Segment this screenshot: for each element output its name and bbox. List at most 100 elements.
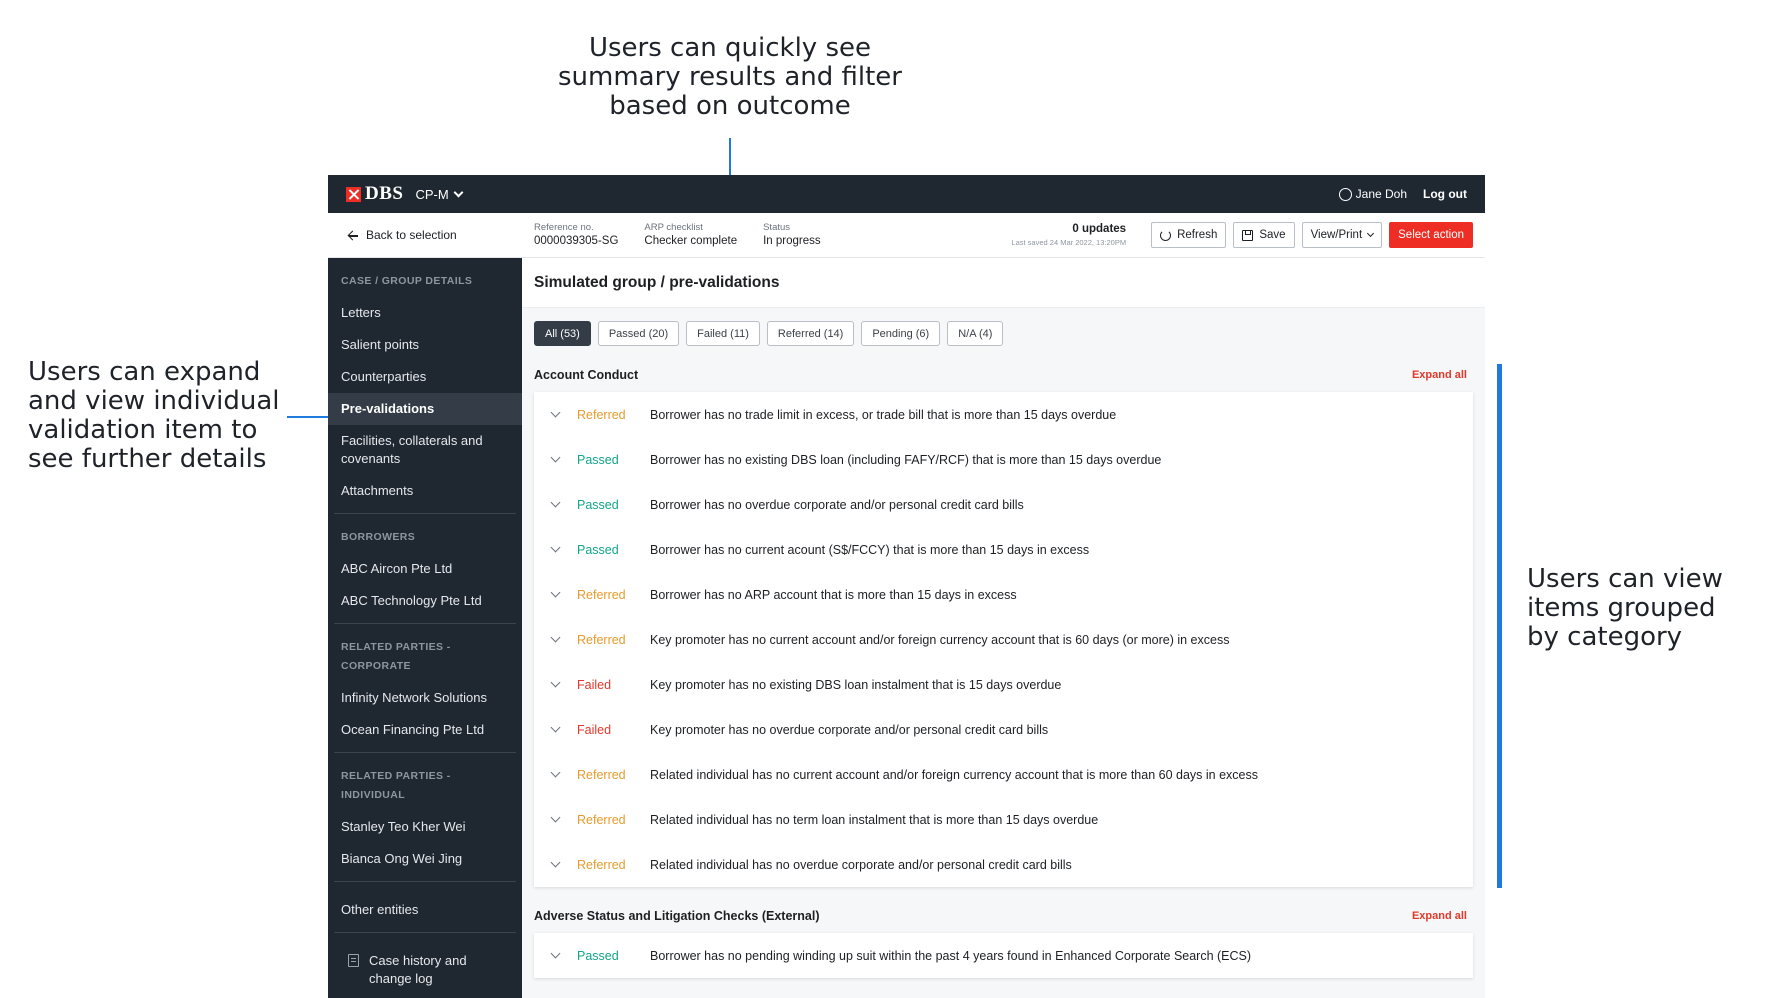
status-label: Referred <box>577 587 626 602</box>
validation-item[interactable]: Referred Related individual has no term l… <box>534 797 1473 842</box>
brand-name: DBS <box>365 183 404 204</box>
validation-item[interactable]: Referred Related individual has no curren… <box>534 752 1473 797</box>
chevron-down-icon[interactable] <box>550 767 561 778</box>
expand-all-link[interactable]: Expand all <box>1412 910 1467 922</box>
status-label: Referred <box>577 632 626 647</box>
group-title: Adverse Status and Litigation Checks (Ex… <box>534 909 820 923</box>
validation-text: Key promoter has no current account and/… <box>650 632 1230 647</box>
reference-meta: Reference no. 0000039305-SG <box>534 222 618 249</box>
sidebar-item-letters[interactable]: Letters <box>334 297 516 329</box>
chevron-down-icon[interactable] <box>550 542 561 553</box>
save-button[interactable]: Save <box>1233 222 1295 248</box>
nav-section-borrowers: BORROWERS ABC Aircon Pte Ltd ABC Technol… <box>334 514 516 624</box>
save-label: Save <box>1259 229 1286 241</box>
chevron-down-icon[interactable] <box>550 407 561 418</box>
sidebar-item-salient-points[interactable]: Salient points <box>334 329 516 361</box>
filter-passed[interactable]: Passed (20) <box>597 321 680 346</box>
sidebar-item-stanley-teo[interactable]: Stanley Teo Kher Wei <box>334 811 516 843</box>
filter-referred[interactable]: Referred (14) <box>766 321 855 346</box>
app-switcher[interactable]: CP-M <box>415 187 464 202</box>
validation-text: Borrower has no existing DBS loan (inclu… <box>650 452 1162 467</box>
sidebar-item-facilities[interactable]: Facilities, collaterals and covenants <box>334 425 516 475</box>
status-label: Referred <box>577 767 626 782</box>
chevron-down-icon <box>453 187 464 197</box>
validation-text: Key promoter has no existing DBS loan in… <box>650 677 1062 692</box>
validation-item[interactable]: Failed Key promoter has no existing DBS l… <box>534 662 1473 707</box>
validation-item[interactable]: Referred Key promoter has no current acco… <box>534 617 1473 662</box>
chevron-down-icon[interactable] <box>550 812 561 823</box>
sidebar-item-pre-validations[interactable]: Pre-validations <box>328 393 522 425</box>
sidebar-item-counterparties[interactable]: Counterparties <box>334 361 516 393</box>
status-label: Passed <box>577 452 619 467</box>
annotation-expand-item: Users can expand and view individual val… <box>28 357 280 474</box>
validation-text: Borrower has no current acount (S$/FCCY)… <box>650 542 1090 557</box>
filter-failed[interactable]: Failed (11) <box>686 321 760 346</box>
nav-section-case-details: CASE / GROUP DETAILS Letters Salient poi… <box>328 258 522 514</box>
user-menu[interactable]: Jane Doh <box>1338 187 1408 201</box>
user-icon <box>1338 187 1352 201</box>
annotation-bracket-category <box>1497 364 1502 888</box>
validation-item[interactable]: Failed Key promoter has no overdue corpor… <box>534 707 1473 752</box>
group-adverse-status: Adverse Status and Litigation Checks (Ex… <box>522 909 1485 978</box>
refresh-icon <box>1160 229 1172 241</box>
sidebar-item-bianca-ong[interactable]: Bianca Ong Wei Jing <box>334 843 516 875</box>
validation-item[interactable]: Passed Borrower has no pending winding up… <box>534 933 1473 978</box>
chevron-down-icon[interactable] <box>550 452 561 463</box>
validation-item[interactable]: Referred Related individual has no overdu… <box>534 842 1473 887</box>
status-label: Referred <box>577 407 626 422</box>
filter-na[interactable]: N/A (4) <box>947 321 1004 346</box>
validation-item[interactable]: Passed Borrower has no existing DBS loan … <box>534 437 1473 482</box>
refresh-button[interactable]: Refresh <box>1151 222 1227 248</box>
last-saved-text: Last saved 24 Mar 2022, 13:20PM <box>1011 238 1127 247</box>
logout-link[interactable]: Log out <box>1423 187 1467 201</box>
validation-item[interactable]: Passed Borrower has no overdue corporate … <box>534 482 1473 527</box>
updates-count: 0 updates <box>1072 223 1127 235</box>
case-header: Reference no. 0000039305-SG ARP checklis… <box>522 213 1485 258</box>
reference-label: Reference no. <box>534 221 594 233</box>
validation-item[interactable]: Referred Borrower has no trade limit in e… <box>534 392 1473 437</box>
chevron-down-icon[interactable] <box>550 587 561 598</box>
status-label: Passed <box>577 497 619 512</box>
filter-all[interactable]: All (53) <box>534 321 591 346</box>
annotation-grouped-category: Users can view items grouped by category <box>1527 564 1723 652</box>
back-to-selection-link[interactable]: Back to selection <box>328 213 522 258</box>
dbs-logo[interactable]: DBS <box>346 183 403 205</box>
validation-item[interactable]: Passed Borrower has no current acount (S$… <box>534 527 1473 572</box>
validation-text: Related individual has no overdue corpor… <box>650 857 1072 872</box>
sidebar-item-other-entities[interactable]: Other entities <box>334 894 516 926</box>
chevron-down-icon[interactable] <box>550 632 561 643</box>
sidebar-item-case-history[interactable]: Case history and change log <box>334 945 516 995</box>
document-icon <box>348 954 359 967</box>
select-action-button[interactable]: Select action <box>1389 222 1473 248</box>
chevron-down-icon[interactable] <box>550 677 561 688</box>
sidebar-item-abc-technology[interactable]: ABC Technology Pte Ltd <box>334 585 516 617</box>
main-content: Reference no. 0000039305-SG ARP checklis… <box>522 213 1485 998</box>
chevron-down-icon[interactable] <box>550 497 561 508</box>
chevron-down-icon[interactable] <box>550 722 561 733</box>
sidebar-item-infinity-network[interactable]: Infinity Network Solutions <box>334 682 516 714</box>
sidebar-item-attachments[interactable]: Attachments <box>334 475 516 507</box>
validation-text: Key promoter has no overdue corporate an… <box>650 722 1049 737</box>
save-icon <box>1242 229 1254 241</box>
group-title: Account Conduct <box>534 368 639 382</box>
sidebar-item-abc-aircon[interactable]: ABC Aircon Pte Ltd <box>334 553 516 585</box>
user-name: Jane Doh <box>1355 187 1408 201</box>
sidebar-item-ocean-financing[interactable]: Ocean Financing Pte Ltd <box>334 714 516 746</box>
expand-all-link[interactable]: Expand all <box>1412 369 1467 381</box>
chevron-down-icon[interactable] <box>550 857 561 868</box>
view-print-dropdown[interactable]: View/Print <box>1301 222 1383 248</box>
top-nav-bar: DBS CP-M Jane Doh Log out <box>328 175 1485 213</box>
status-value: In progress <box>763 234 821 247</box>
checklist-value: Checker complete <box>644 234 738 247</box>
validation-list: Referred Borrower has no trade limit in e… <box>534 392 1473 887</box>
view-print-label: View/Print <box>1310 229 1363 241</box>
nav-section-related-corporate: RELATED PARTIES - CORPORATE Infinity Net… <box>334 624 516 753</box>
nav-section-heading: RELATED PARTIES - INDIVIDUAL <box>341 770 451 801</box>
validation-item[interactable]: Referred Borrower has no ARP account that… <box>534 572 1473 617</box>
nav-section-heading: CASE / GROUP DETAILS <box>341 275 473 287</box>
sidebar-item-label: Case history and change log <box>369 953 467 986</box>
updates-info: 0 updates Last saved 24 Mar 2022, 13:20P… <box>1011 223 1126 247</box>
filter-pending[interactable]: Pending (6) <box>861 321 941 346</box>
nav-section-heading: RELATED PARTIES - CORPORATE <box>341 641 451 672</box>
chevron-down-icon[interactable] <box>550 948 561 959</box>
